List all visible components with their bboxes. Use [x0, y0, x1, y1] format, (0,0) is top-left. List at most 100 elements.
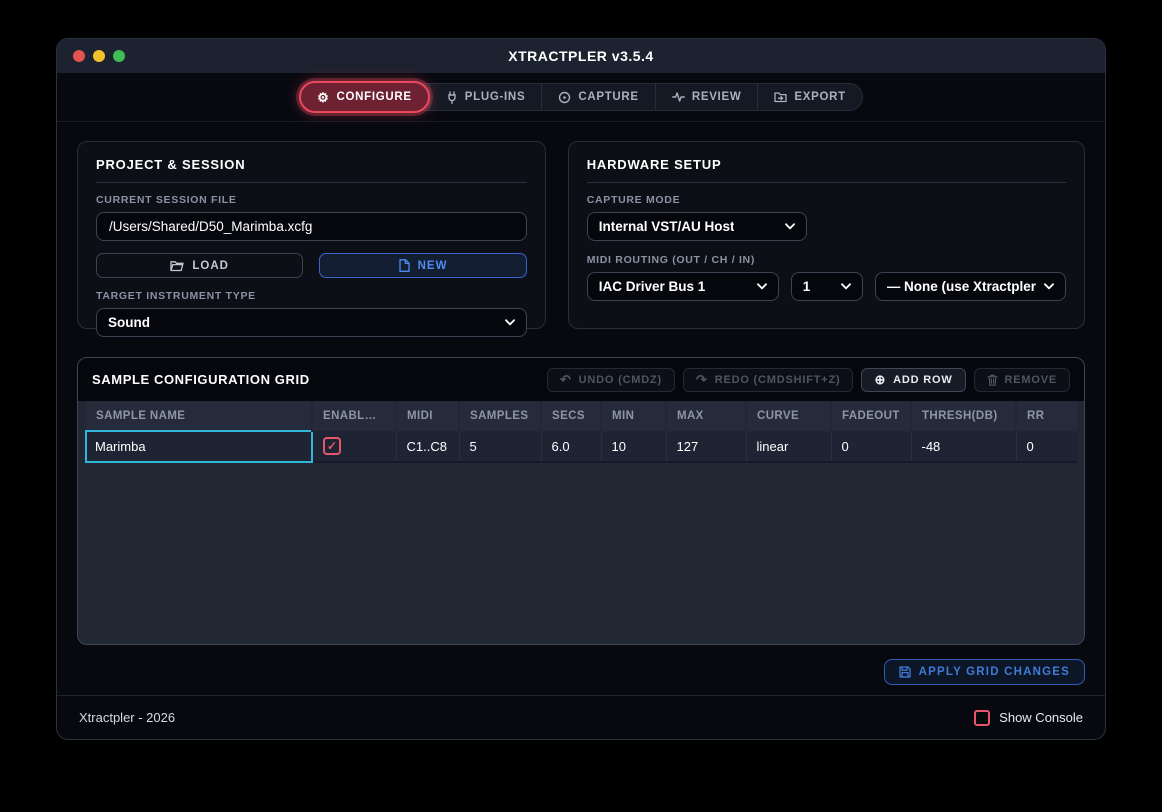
tab-configure[interactable]: ⚙ CONFIGURE	[299, 81, 430, 113]
cell-midi[interactable]: C1..C8	[396, 431, 459, 462]
cell-max[interactable]: 127	[666, 431, 746, 462]
cell-fadeout[interactable]: 0	[831, 431, 911, 462]
trash-icon	[987, 374, 998, 386]
checkmark-icon: ✓	[327, 439, 337, 453]
apply-grid-changes-button[interactable]: APPLY GRID CHANGES	[884, 659, 1085, 685]
col-thresh-db[interactable]: THRESH(DB)	[911, 401, 1016, 431]
tab-label: CONFIGURE	[336, 91, 411, 103]
tab-bar: ⚙ CONFIGURE PLUG-INS CAPTURE	[57, 73, 1105, 122]
cell-sample-name[interactable]: Marimba	[86, 431, 312, 462]
chevron-down-icon	[757, 283, 767, 290]
capture-mode-value: Internal VST/AU Host	[599, 219, 735, 234]
add-row-button-label: ADD ROW	[893, 374, 952, 386]
show-console-checkbox[interactable]	[974, 710, 990, 726]
undo-button-label: UNDO (CMDZ)	[579, 374, 662, 386]
gear-icon: ⚙	[317, 91, 329, 104]
midi-channel-value: 1	[803, 279, 811, 294]
chevron-down-icon	[785, 223, 795, 230]
tab-label: REVIEW	[692, 91, 742, 103]
chevron-down-icon	[1044, 283, 1054, 290]
capture-mode-select[interactable]: Internal VST/AU Host	[587, 212, 807, 241]
redo-button[interactable]: ↷ REDO (CMDSHIFT+Z)	[683, 368, 853, 392]
cell-rr[interactable]: 0	[1016, 431, 1077, 462]
enabled-checkbox[interactable]: ✓	[323, 437, 341, 455]
sample-grid-panel: SAMPLE CONFIGURATION GRID ↶ UNDO (CMDZ) …	[77, 357, 1085, 645]
hardware-setup-panel: HARDWARE SETUP CAPTURE MODE Internal VST…	[568, 141, 1085, 329]
cell-thresh-db[interactable]: -48	[911, 431, 1016, 462]
plus-circle-icon: ⊕	[874, 373, 886, 386]
instrument-type-value: Sound	[108, 315, 150, 330]
cell-curve[interactable]: linear	[746, 431, 831, 462]
capture-mode-label: CAPTURE MODE	[587, 194, 1066, 206]
col-samples[interactable]: SAMPLES	[459, 401, 541, 431]
redo-arrow-icon: ↷	[696, 373, 708, 386]
tab-label: PLUG-INS	[465, 91, 526, 103]
tab-capture[interactable]: CAPTURE	[541, 84, 655, 110]
midi-in-select[interactable]: — None (use Xtractpler	[875, 272, 1066, 301]
chevron-down-icon	[505, 319, 515, 326]
col-secs[interactable]: SECS	[541, 401, 601, 431]
col-curve[interactable]: CURVE	[746, 401, 831, 431]
col-rr[interactable]: RR	[1016, 401, 1077, 431]
midi-routing-label: MIDI ROUTING (OUT / CH / IN)	[587, 254, 1066, 266]
title-bar: XTRACTPLER v3.5.4	[57, 39, 1105, 73]
instrument-type-label: TARGET INSTRUMENT TYPE	[96, 290, 527, 302]
sample-table: SAMPLE NAME ENABL… MIDI SAMPLES SECS MIN…	[85, 401, 1077, 463]
midi-out-select[interactable]: IAC Driver Bus 1	[587, 272, 779, 301]
tab-label: CAPTURE	[578, 91, 639, 103]
undo-arrow-icon: ↶	[560, 373, 572, 386]
apply-grid-changes-label: APPLY GRID CHANGES	[919, 666, 1070, 678]
redo-button-label: REDO (CMDSHIFT+Z)	[715, 374, 841, 386]
col-fadeout[interactable]: FADEOUT	[831, 401, 911, 431]
record-circle-icon	[558, 91, 571, 104]
footer-app-text: Xtractpler - 2026	[79, 710, 175, 725]
show-console-label: Show Console	[999, 710, 1083, 725]
col-midi[interactable]: MIDI	[396, 401, 459, 431]
tab-export[interactable]: EXPORT	[757, 84, 862, 110]
panel-title: PROJECT & SESSION	[96, 157, 527, 183]
save-icon	[899, 666, 911, 678]
col-sample-name[interactable]: SAMPLE NAME	[86, 401, 312, 431]
status-bar: Xtractpler - 2026 Show Console	[57, 695, 1105, 739]
folder-export-icon	[774, 91, 787, 103]
grid-body: SAMPLE NAME ENABL… MIDI SAMPLES SECS MIN…	[78, 401, 1084, 644]
midi-channel-select[interactable]: 1	[791, 272, 863, 301]
midi-in-value: — None (use Xtractpler	[887, 279, 1036, 294]
add-row-button[interactable]: ⊕ ADD ROW	[861, 368, 965, 392]
new-button-label: NEW	[418, 260, 448, 272]
file-icon	[399, 259, 410, 272]
col-max[interactable]: MAX	[666, 401, 746, 431]
instrument-type-select[interactable]: Sound	[96, 308, 527, 337]
cell-enabled: ✓	[312, 431, 396, 462]
table-header-row: SAMPLE NAME ENABL… MIDI SAMPLES SECS MIN…	[86, 401, 1077, 431]
waveform-pulse-icon	[672, 91, 685, 103]
chevron-down-icon	[841, 283, 851, 290]
folder-open-icon	[170, 260, 184, 272]
main-content: PROJECT & SESSION CURRENT SESSION FILE L…	[57, 122, 1105, 695]
remove-button-label: REMOVE	[1005, 374, 1057, 386]
tab-label: EXPORT	[794, 91, 846, 103]
tab-review[interactable]: REVIEW	[655, 84, 758, 110]
plug-icon	[446, 91, 458, 104]
col-enabled[interactable]: ENABL…	[312, 401, 396, 431]
project-session-panel: PROJECT & SESSION CURRENT SESSION FILE L…	[77, 141, 546, 329]
midi-out-value: IAC Driver Bus 1	[599, 279, 706, 294]
tab-plug-ins[interactable]: PLUG-INS	[429, 84, 542, 110]
new-button[interactable]: NEW	[319, 253, 526, 278]
remove-button[interactable]: REMOVE	[974, 368, 1070, 392]
undo-button[interactable]: ↶ UNDO (CMDZ)	[547, 368, 675, 392]
col-min[interactable]: MIN	[601, 401, 666, 431]
load-button-label: LOAD	[192, 260, 229, 272]
panel-title: HARDWARE SETUP	[587, 157, 1066, 183]
cell-min[interactable]: 10	[601, 431, 666, 462]
session-file-label: CURRENT SESSION FILE	[96, 194, 527, 206]
load-button[interactable]: LOAD	[96, 253, 303, 278]
table-row: Marimba ✓ C1..C8 5 6.0 10 127 line	[86, 431, 1077, 462]
window-title: XTRACTPLER v3.5.4	[57, 48, 1105, 64]
tab-group: ⚙ CONFIGURE PLUG-INS CAPTURE	[299, 83, 863, 111]
cell-secs[interactable]: 6.0	[541, 431, 601, 462]
app-window: XTRACTPLER v3.5.4 ⚙ CONFIGURE PLUG-INS	[56, 38, 1106, 740]
cell-samples[interactable]: 5	[459, 431, 541, 462]
session-file-input[interactable]	[96, 212, 527, 241]
grid-title: SAMPLE CONFIGURATION GRID	[92, 372, 310, 387]
